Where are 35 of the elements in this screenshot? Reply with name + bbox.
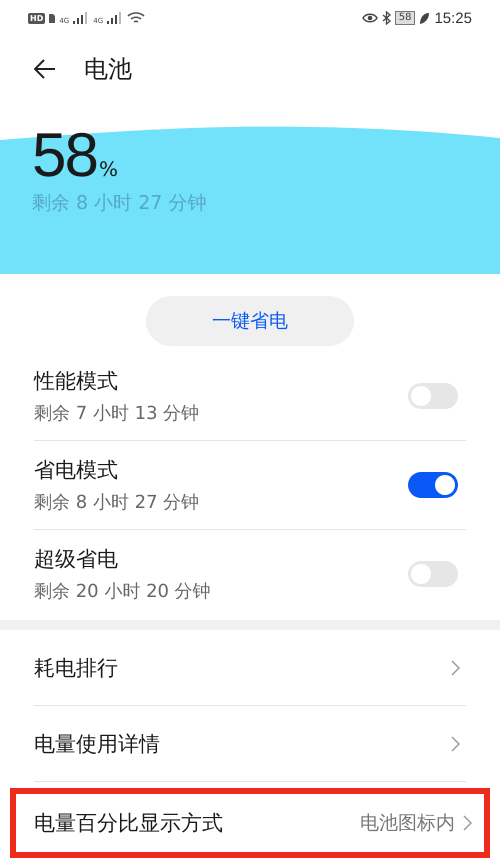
settings-row[interactable]: 电量百分比显示方式 电池图标内 — [10, 788, 490, 858]
mode-title: 超级省电 — [34, 546, 119, 573]
mode-title: 性能模式 — [34, 368, 119, 395]
mode-subtitle: 剩余 20 小时 20 分钟 — [34, 580, 211, 603]
sim-icon — [49, 14, 56, 22]
settings-row[interactable]: 电量使用详情 — [34, 706, 466, 782]
row-label: 耗电排行 — [34, 654, 118, 682]
mode-subtitle: 剩余 8 小时 27 分钟 — [34, 491, 200, 514]
row-label: 电量使用详情 — [34, 730, 160, 758]
signal-icon — [73, 12, 90, 24]
one-tap-save-button[interactable]: 一键省电 — [146, 296, 354, 346]
battery-percent: 58 — [32, 124, 97, 188]
percent-unit: % — [98, 157, 118, 181]
clock-time: 15:25 — [434, 10, 472, 26]
chevron-icon — [451, 736, 460, 752]
toggle-switch[interactable] — [408, 472, 458, 498]
mode-title: 省电模式 — [34, 457, 119, 484]
chevron-icon — [463, 815, 472, 831]
leaf-icon — [419, 12, 430, 24]
row-value: 电池图标内 — [360, 811, 455, 836]
settings-row[interactable]: 耗电排行 — [34, 630, 466, 706]
hd-badge: HD — [28, 12, 46, 24]
eye-icon — [362, 12, 378, 24]
battery-indicator: 58 — [394, 11, 416, 25]
toggle-switch[interactable] — [408, 383, 458, 409]
back-arrow-icon[interactable] — [34, 59, 56, 79]
mode-subtitle: 剩余 7 小时 13 分钟 — [34, 402, 200, 425]
wifi-icon — [127, 11, 146, 25]
row-label: 电量百分比显示方式 — [34, 810, 223, 837]
signal-icon — [107, 12, 124, 24]
page-title: 电池 — [84, 54, 132, 85]
chevron-icon — [451, 660, 460, 676]
remaining-time: 剩余 8 小时 27 分钟 — [32, 191, 208, 216]
bluetooth-icon — [382, 11, 391, 25]
toggle-switch[interactable] — [408, 561, 458, 587]
